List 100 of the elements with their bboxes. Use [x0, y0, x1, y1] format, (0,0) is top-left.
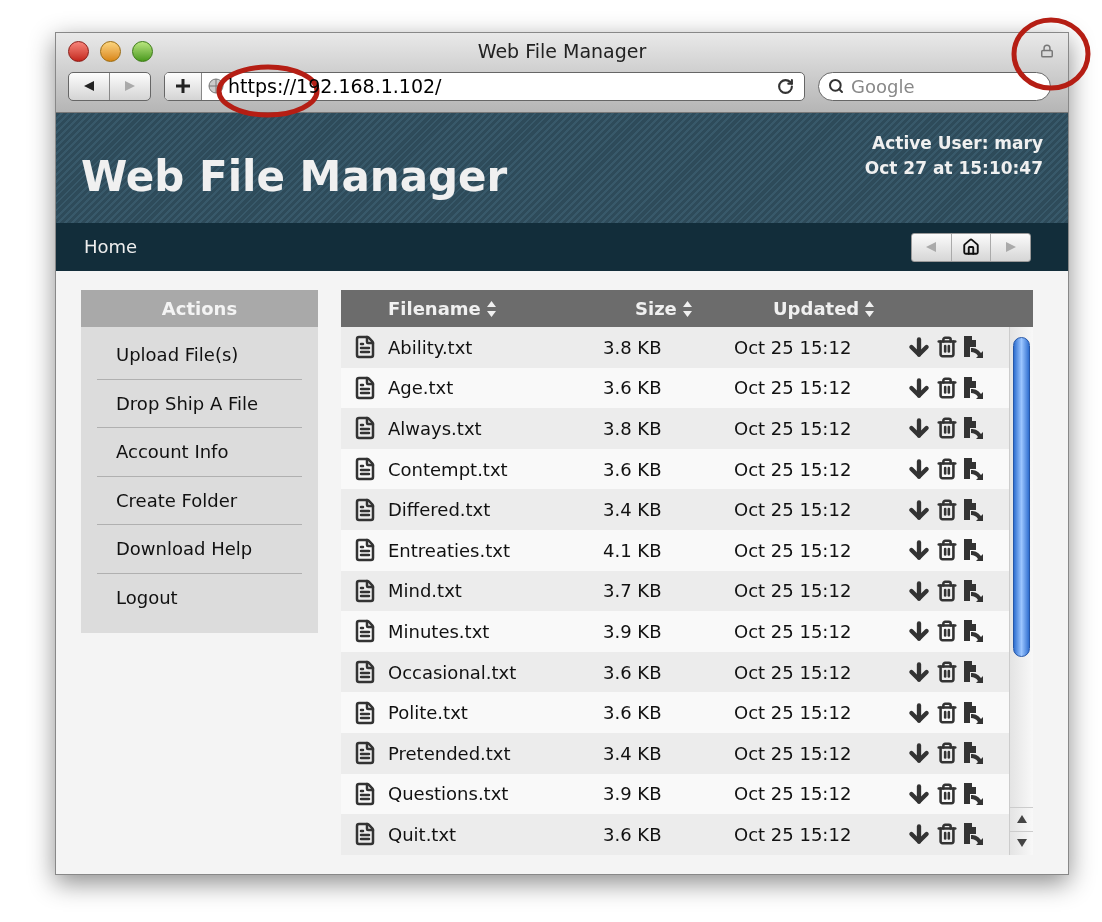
- file-row[interactable]: Minutes.txt 3.9 KB Oct 25 15:12: [341, 611, 1009, 652]
- delete-icon[interactable]: [936, 660, 958, 685]
- forward-arrow-icon: [124, 80, 136, 92]
- file-row[interactable]: Ability.txt 3.8 KB Oct 25 15:12: [341, 327, 1009, 368]
- globe-icon: [206, 77, 226, 95]
- action-link[interactable]: Download Help: [97, 535, 253, 563]
- file-icon: [353, 456, 377, 483]
- back-arrow-icon: [925, 241, 938, 253]
- file-icon: [353, 374, 377, 401]
- zoom-window-button[interactable]: [132, 40, 153, 62]
- forward-arrow-icon: [1004, 241, 1017, 253]
- updated-cell-text: Oct 25 15:12: [734, 660, 853, 685]
- file-icon: [353, 780, 377, 807]
- search-field[interactable]: Google: [818, 71, 1051, 101]
- filename-cell-text: Differed.txt: [388, 498, 492, 523]
- active-user-text: Active User: mary: [872, 132, 1043, 155]
- add-bookmark-button[interactable]: [165, 72, 202, 100]
- delete-icon[interactable]: [936, 497, 958, 522]
- filename-cell-text: Age.txt: [388, 376, 455, 401]
- updated-cell-text: Oct 25 15:12: [734, 701, 853, 726]
- file-icon: [353, 618, 377, 645]
- updated-cell-text: Oct 25 15:12: [734, 782, 853, 807]
- action-link[interactable]: Create Folder: [97, 486, 238, 514]
- file-row[interactable]: Always.txt 3.8 KB Oct 25 15:12: [341, 408, 1009, 449]
- delete-icon[interactable]: [936, 375, 958, 400]
- size-cell-text: 3.6 KB: [603, 822, 663, 847]
- file-icon: [353, 699, 377, 726]
- updated-cell-text: Oct 25 15:12: [734, 417, 853, 441]
- delete-icon[interactable]: [936, 335, 958, 360]
- nav-link[interactable]: Home: [84, 232, 138, 260]
- panel-title: Actions: [161, 297, 238, 321]
- size-cell-text: 3.9 KB: [603, 782, 663, 807]
- column-header[interactable]: Updated: [773, 295, 943, 322]
- plus-icon: [176, 79, 190, 93]
- minimize-window-button[interactable]: [100, 40, 121, 62]
- search-icon: [828, 77, 844, 94]
- size-cell-text: 3.6 KB: [603, 701, 663, 726]
- column-header[interactable]: Filename: [388, 295, 635, 322]
- file-row[interactable]: Differed.txt 3.4 KB Oct 25 15:12: [341, 489, 1009, 530]
- file-row[interactable]: Entreaties.txt 4.1 KB Oct 25 15:12: [341, 529, 1009, 571]
- file-row[interactable]: Mind.txt 3.7 KB Oct 25 15:12: [341, 570, 1009, 612]
- filename-cell-text: Quit.txt: [388, 822, 458, 847]
- file-row[interactable]: Occasional.txt 3.6 KB Oct 25 15:12: [341, 651, 1009, 693]
- action-link[interactable]: Account Info: [97, 438, 229, 466]
- filename-cell-text: Pretended.txt: [388, 741, 512, 766]
- filename-cell-text: Always.txt: [388, 417, 483, 441]
- file-row[interactable]: Pretended.txt 3.4 KB Oct 25 15:12: [341, 732, 1009, 774]
- updated-cell-text: Oct 25 15:12: [734, 619, 853, 644]
- delete-icon[interactable]: [936, 457, 958, 482]
- close-window-button[interactable]: [68, 40, 89, 62]
- delete-icon[interactable]: [936, 700, 958, 725]
- filename-cell-text: Polite.txt: [388, 701, 469, 726]
- lock-icon: [1040, 44, 1054, 58]
- size-cell-text: 3.4 KB: [603, 498, 663, 523]
- updated-cell-text: Oct 25 15:12: [734, 498, 853, 523]
- size-cell-text: 3.8 KB: [603, 335, 663, 360]
- column-header[interactable]: Size: [635, 295, 773, 322]
- reload-icon[interactable]: [777, 77, 794, 95]
- sort-icon: [864, 299, 876, 318]
- size-cell-text: 4.1 KB: [603, 538, 663, 563]
- action-link[interactable]: Drop Ship A File: [97, 389, 259, 417]
- sort-icon: [681, 299, 693, 318]
- delete-icon[interactable]: [936, 619, 958, 644]
- updated-cell-text: Oct 25 15:12: [734, 822, 853, 847]
- file-row[interactable]: Questions.txt 3.9 KB Oct 25 15:12: [341, 773, 1009, 815]
- updated-cell-text: Oct 25 15:12: [734, 538, 853, 563]
- filename-cell-text: Occasional.txt: [388, 660, 518, 685]
- file-row[interactable]: Quit.txt 3.6 KB Oct 25 15:12: [341, 814, 1009, 855]
- delete-icon[interactable]: [936, 416, 958, 441]
- size-cell-text: 3.6 KB: [603, 376, 663, 401]
- back-arrow-icon: [83, 80, 95, 92]
- delete-icon[interactable]: [936, 538, 958, 563]
- filename-cell-text: Ability.txt: [388, 335, 474, 360]
- filename-cell-text: Questions.txt: [388, 782, 510, 807]
- file-icon: [353, 821, 377, 848]
- file-icon: [353, 496, 377, 523]
- file-row[interactable]: Age.txt 3.6 KB Oct 25 15:12: [341, 367, 1009, 409]
- sort-icon: [485, 299, 497, 318]
- delete-icon[interactable]: [936, 741, 958, 766]
- scrollbar-thumb[interactable]: [1013, 337, 1030, 657]
- delete-icon[interactable]: [936, 781, 958, 806]
- window-title: Web File Manager: [477, 38, 647, 64]
- file-row[interactable]: Polite.txt 3.6 KB Oct 25 15:12: [341, 692, 1009, 733]
- updated-cell-text: Oct 25 15:12: [734, 335, 853, 360]
- size-cell-text: 3.6 KB: [603, 660, 663, 685]
- file-row[interactable]: Contempt.txt 3.6 KB Oct 25 15:12: [341, 448, 1009, 490]
- delete-icon[interactable]: [936, 822, 958, 847]
- down-arrow-icon: [1016, 839, 1027, 848]
- size-cell-text: 3.4 KB: [603, 741, 663, 766]
- up-arrow-icon: [1016, 815, 1027, 824]
- updated-cell-text: Oct 25 15:12: [734, 457, 853, 482]
- date-time-text: Oct 27 at 15:10:47: [864, 157, 1043, 180]
- delete-icon[interactable]: [936, 578, 958, 603]
- action-link[interactable]: Upload File(s): [97, 341, 239, 369]
- action-link[interactable]: Logout: [97, 584, 178, 612]
- filename-cell-text: Contempt.txt: [388, 457, 509, 482]
- size-cell-text: 3.8 KB: [603, 417, 663, 441]
- size-cell-text: 3.9 KB: [603, 619, 663, 644]
- filename-cell-text: Mind.txt: [388, 579, 463, 604]
- filename-cell-text: Entreaties.txt: [388, 538, 511, 563]
